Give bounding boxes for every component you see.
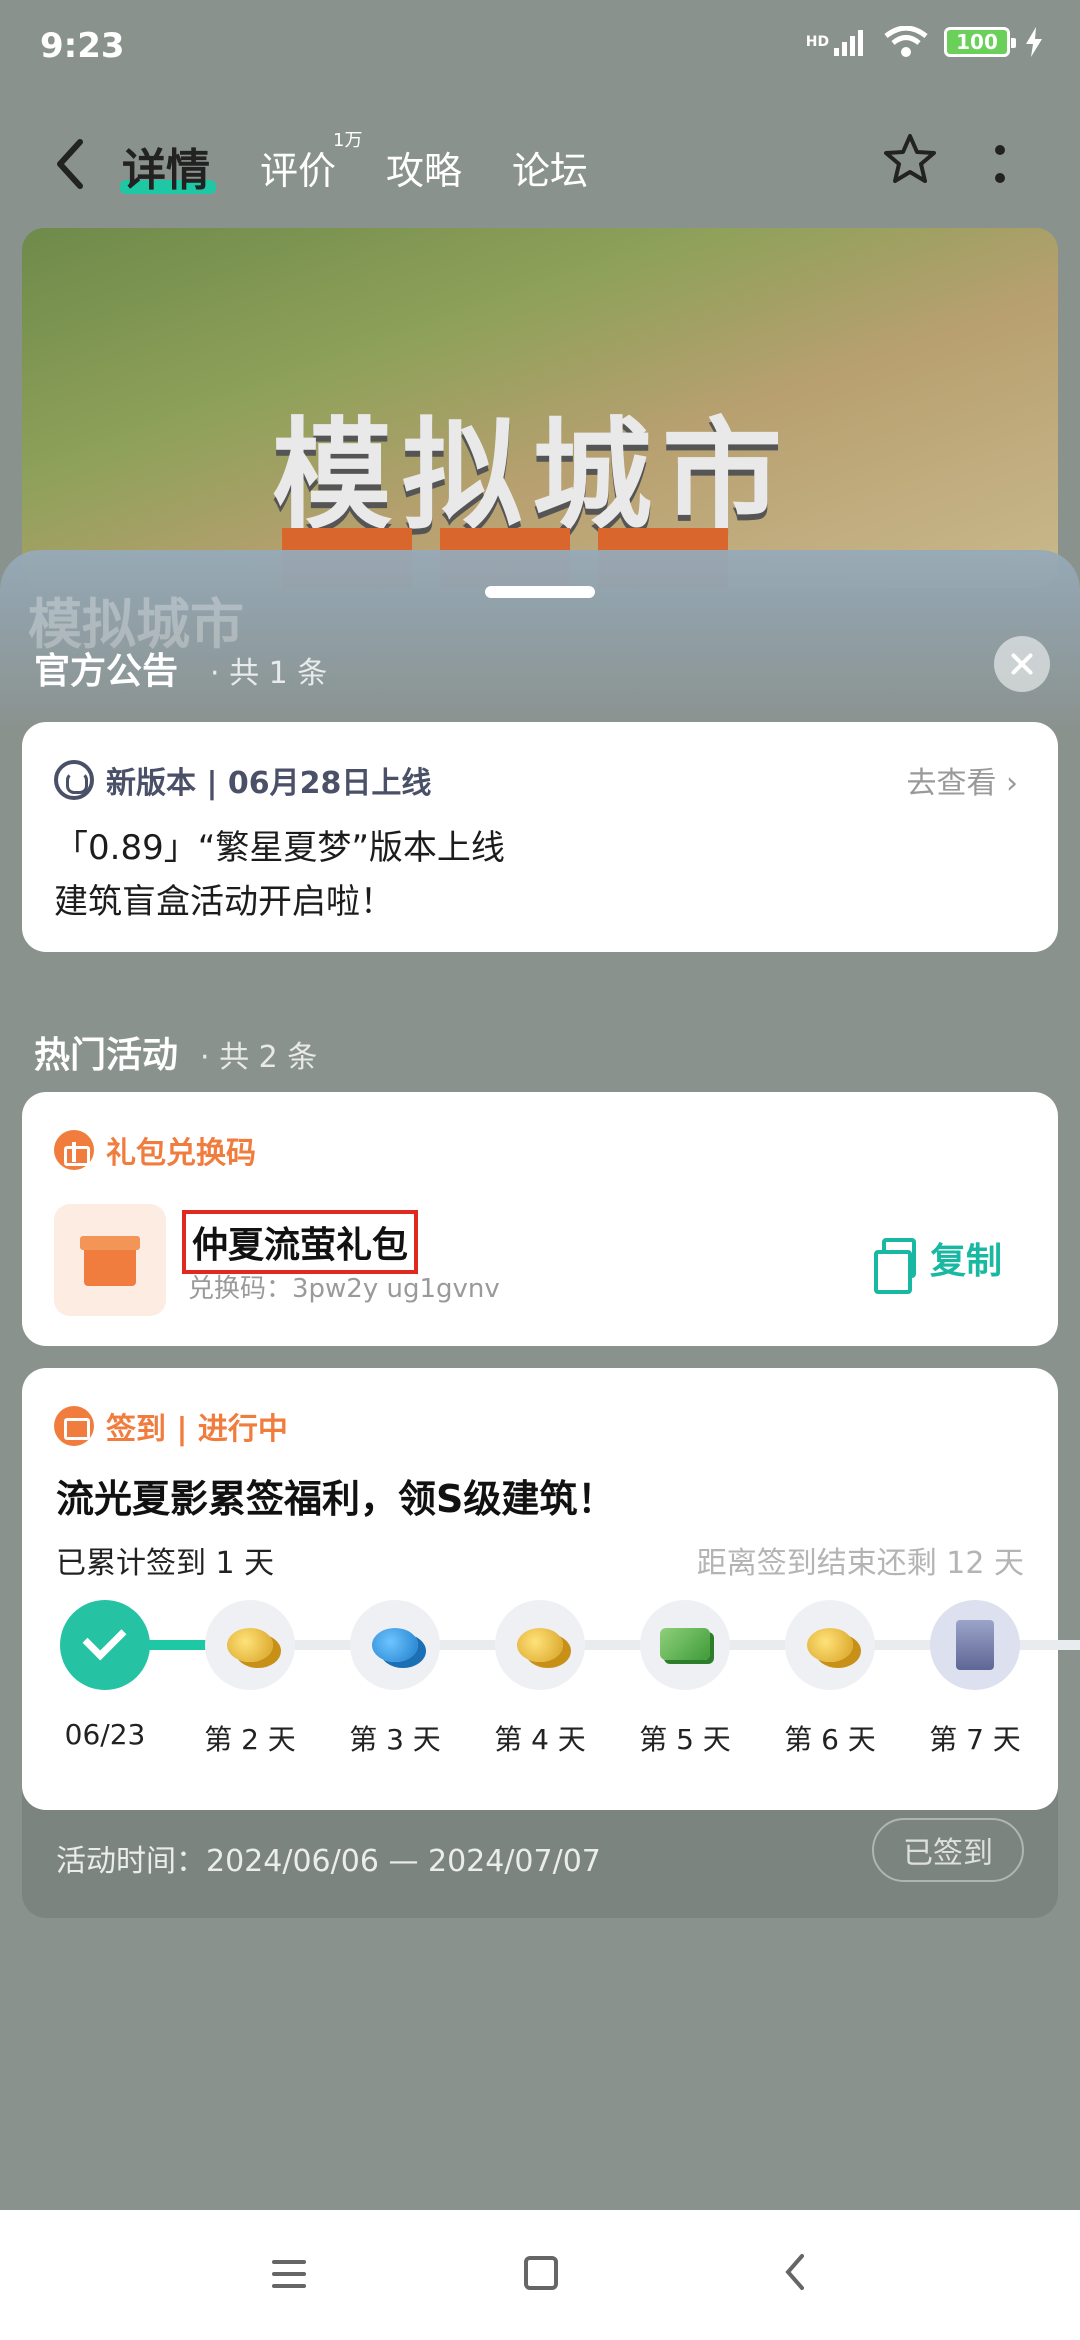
gift-redeem-code: 兑换码：3pw2y ug1gvnv: [188, 1274, 500, 1304]
gift-pack-name: 仲夏流萤礼包: [182, 1210, 419, 1274]
reviews-count-badge: 1万: [333, 130, 363, 151]
signin-progress: 已累计签到 1 天: [56, 1546, 275, 1581]
drag-handle[interactable]: [485, 586, 595, 598]
official-announcements-count: · 共 1 条: [210, 656, 328, 691]
official-announcements-title: 官方公告: [34, 651, 179, 692]
charging-icon: [1026, 27, 1042, 57]
cash-stack-icon: [640, 1600, 730, 1690]
status-icons: HD 100: [806, 26, 1042, 58]
tab-guides[interactable]: 攻略: [386, 140, 462, 195]
status-time: 9:23: [40, 26, 125, 66]
gift-card-header: 礼包兑换码: [106, 1136, 256, 1171]
favorite-star-icon[interactable]: [880, 130, 940, 190]
day-label: 第 3 天: [349, 1723, 441, 1756]
signin-card: 签到 | 进行中 流光夏影累签福利，领S级建筑！ 已累计签到 1 天 距离签到结…: [22, 1368, 1080, 1810]
more-options-icon[interactable]: [990, 140, 1010, 190]
view-link-label: 去查看: [906, 766, 997, 801]
copy-label: 复制: [930, 1241, 1003, 1282]
gold-coins-icon: [495, 1600, 585, 1690]
signin-day-6[interactable]: 第 6 天: [784, 1600, 876, 1756]
tab-details[interactable]: 详情: [122, 134, 210, 198]
wifi-icon: [884, 26, 928, 57]
signin-day-1[interactable]: 06/23: [60, 1600, 150, 1751]
view-link[interactable]: 去查看 ›: [906, 758, 1018, 802]
day-label: 第 2 天: [204, 1723, 296, 1756]
back-nav-icon[interactable]: [780, 2252, 810, 2292]
signal-icon: HD: [806, 28, 868, 56]
gift-icon: [54, 1130, 94, 1170]
signed-button[interactable]: 已签到: [872, 1818, 1024, 1882]
activity-time: 活动时间：2024/06/06 — 2024/07/07: [56, 1844, 601, 1879]
building-icon: [930, 1600, 1020, 1690]
signin-day-2[interactable]: 第 2 天: [204, 1600, 296, 1756]
calendar-icon: [54, 1406, 94, 1446]
refresh-version-icon: [54, 760, 94, 800]
copy-icon: [874, 1238, 916, 1294]
game-banner[interactable]: 模拟城市: [22, 228, 1058, 588]
day-label: 第 7 天: [929, 1723, 1021, 1756]
tab-forum[interactable]: 论坛: [512, 140, 588, 195]
hot-activities-count: · 共 2 条: [200, 1040, 318, 1075]
banner-title: 模拟城市: [272, 407, 792, 546]
hot-activities-title: 热门活动: [34, 1035, 179, 1076]
home-icon[interactable]: [524, 2256, 558, 2290]
signin-title: 流光夏影累签福利，领S级建筑！: [56, 1477, 616, 1521]
signin-day-3[interactable]: 第 3 天: [349, 1600, 441, 1756]
gift-code-card: 礼包兑换码 仲夏流萤礼包 兑换码：3pw2y ug1gvnv 复制: [22, 1092, 1058, 1346]
battery-icon: 100: [944, 27, 1016, 57]
back-icon[interactable]: [50, 134, 90, 194]
signin-day-7[interactable]: 第 7 天: [929, 1600, 1021, 1756]
close-icon[interactable]: [994, 636, 1050, 692]
checkmark-icon: [60, 1600, 150, 1690]
signin-day-4[interactable]: 第 4 天: [494, 1600, 586, 1756]
announcement-line-2: 建筑盲盒活动开启啦！: [54, 882, 394, 922]
blue-coins-icon: [350, 1600, 440, 1690]
signin-header: 签到 | 进行中: [106, 1412, 288, 1447]
announcement-line-1: 「0.89」“繁星夏梦”版本上线: [54, 828, 505, 868]
tab-reviews[interactable]: 评价: [260, 140, 336, 195]
battery-level: 100: [956, 30, 998, 54]
signin-day-5[interactable]: 第 5 天: [639, 1600, 731, 1756]
status-bar: 9:23 HD 100: [0, 0, 1080, 96]
announcement-tag: 新版本 | 06月28日上线: [106, 766, 432, 801]
gold-coins-icon: [785, 1600, 875, 1690]
announcement-card[interactable]: 新版本 | 06月28日上线 去查看 › 「0.89」“繁星夏梦”版本上线 建筑…: [22, 722, 1058, 952]
gold-coins-icon: [205, 1600, 295, 1690]
top-nav: 详情 评价 1万 攻略 论坛: [0, 110, 1080, 220]
day-label: 06/23: [64, 1718, 146, 1751]
signal-label: HD: [805, 34, 830, 50]
day-label: 第 6 天: [784, 1723, 876, 1756]
system-nav-bar: [0, 2210, 1080, 2340]
chevron-right-icon: ›: [996, 766, 1018, 801]
day-label: 第 5 天: [639, 1723, 731, 1756]
signin-remaining: 距离签到结束还剩 12 天: [696, 1546, 1024, 1581]
day-label: 第 4 天: [494, 1723, 586, 1756]
menu-icon[interactable]: [272, 2260, 306, 2288]
gift-box-icon: [54, 1204, 166, 1316]
copy-button[interactable]: 复制: [874, 1232, 1003, 1294]
